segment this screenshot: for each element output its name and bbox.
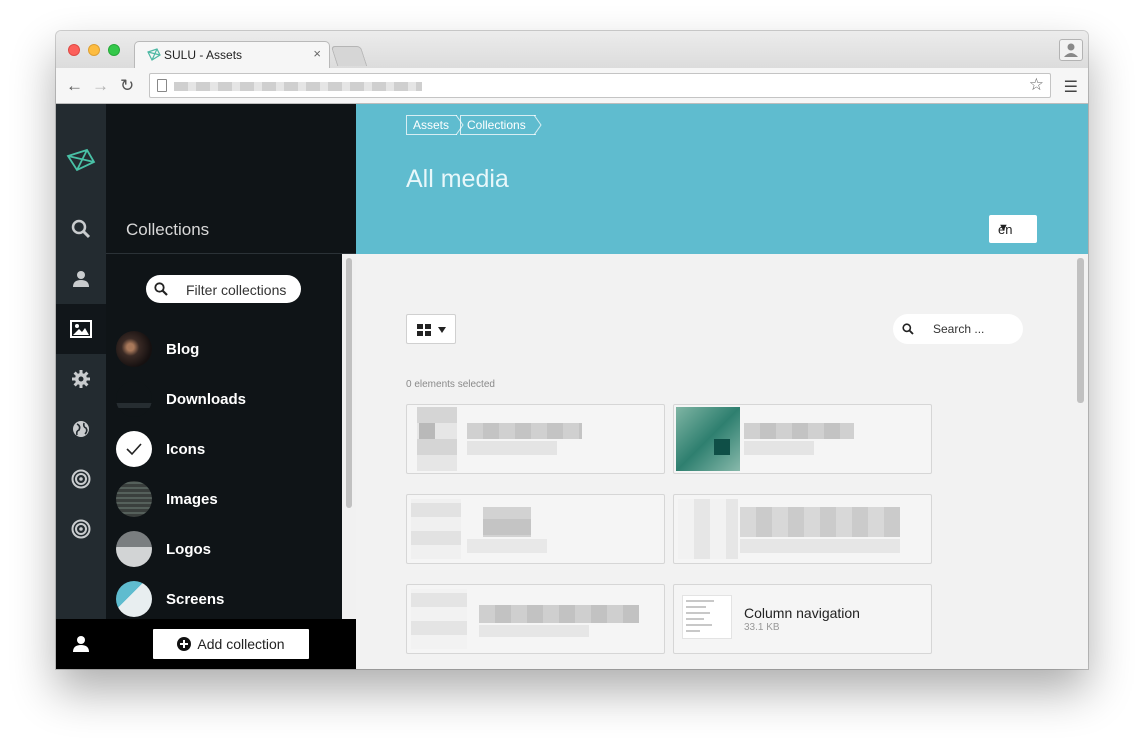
- search-icon: [71, 219, 91, 239]
- collection-selected-check: [116, 431, 152, 467]
- collection-thumbnail: [116, 331, 152, 367]
- nav-search[interactable]: [56, 204, 106, 254]
- media-search[interactable]: Search ...: [893, 314, 1023, 344]
- page-title: All media: [406, 165, 509, 193]
- user-icon: [73, 271, 89, 287]
- new-tab-button[interactable]: [330, 46, 368, 66]
- collection-label: Logos: [166, 541, 211, 558]
- globe-icon: [73, 421, 89, 437]
- main-navigation: [56, 104, 106, 669]
- collection-thumbnail: [116, 481, 152, 517]
- collection-item-icons[interactable]: Icons: [116, 431, 336, 467]
- browser-titlebar: SULU - Assets ×: [56, 31, 1088, 68]
- grid-view-icon: [417, 324, 431, 336]
- breadcrumb-assets[interactable]: Assets: [406, 115, 457, 135]
- collection-item-logos[interactable]: Logos: [116, 531, 336, 567]
- nav-target-2[interactable]: [56, 504, 106, 554]
- browser-toolbar: ← → ↻ ☆ ☰: [56, 68, 1088, 104]
- selection-count: 0 elements selected: [406, 379, 495, 390]
- media-main: Assets Collections All media en ▼ Search…: [356, 104, 1088, 669]
- add-collection-button[interactable]: Add collection: [153, 629, 309, 659]
- search-icon: [902, 323, 914, 335]
- nav-contacts[interactable]: [56, 254, 106, 304]
- breadcrumb-arrow: [534, 115, 542, 135]
- collection-thumbnail: [116, 531, 152, 567]
- close-window-button[interactable]: [68, 44, 80, 56]
- collection-item-blog[interactable]: Blog: [116, 331, 336, 367]
- collection-item-downloads[interactable]: Downloads: [116, 381, 336, 417]
- filter-collections-button[interactable]: Filter collections: [146, 275, 301, 303]
- tab-title: SULU - Assets: [164, 48, 243, 62]
- collection-item-screens[interactable]: Screens: [116, 581, 336, 617]
- sulu-favicon-icon: [147, 48, 161, 61]
- search-input[interactable]: Search ...: [933, 322, 984, 336]
- divider: [106, 253, 356, 254]
- view-toggle-button[interactable]: [406, 314, 456, 344]
- nav-target-1[interactable]: [56, 454, 106, 504]
- minimize-window-button[interactable]: [88, 44, 100, 56]
- media-card-column-navigation[interactable]: Column navigation 33.1 KB: [673, 584, 932, 654]
- media-title: Column navigation: [744, 605, 860, 621]
- nav-settings[interactable]: [56, 354, 106, 404]
- collections-panel: Collections Filter collections Blog Down…: [106, 104, 356, 669]
- reload-icon[interactable]: ↻: [120, 76, 134, 96]
- add-collection-bar: Add collection: [106, 619, 356, 669]
- content-scrollbar[interactable]: [1074, 254, 1088, 669]
- media-card[interactable]: [406, 404, 665, 474]
- sulu-logo-icon[interactable]: [66, 148, 96, 172]
- nav-webspaces[interactable]: [56, 404, 106, 454]
- plus-circle-icon: [177, 637, 192, 651]
- tab-close-icon[interactable]: ×: [313, 46, 321, 61]
- url-redacted: [174, 82, 422, 91]
- media-card[interactable]: [673, 494, 932, 564]
- media-card[interactable]: [406, 584, 665, 654]
- media-card[interactable]: [406, 494, 665, 564]
- collection-label: Icons: [166, 441, 206, 458]
- nav-media[interactable]: [56, 304, 106, 354]
- nav-profile[interactable]: [56, 619, 106, 669]
- image-icon: [70, 320, 92, 338]
- search-icon: [154, 282, 168, 296]
- collections-title: Collections: [126, 220, 210, 239]
- collection-label: Screens: [166, 591, 225, 608]
- browser-window: SULU - Assets × ← → ↻ ☆ ☰ Collections Fi…: [56, 31, 1088, 669]
- back-icon[interactable]: ←: [66, 76, 83, 96]
- user-icon: [73, 636, 89, 652]
- breadcrumb-collections[interactable]: Collections: [460, 115, 536, 135]
- collection-label: Blog: [166, 341, 200, 358]
- forward-icon[interactable]: →: [92, 76, 109, 96]
- zoom-window-button[interactable]: [108, 44, 120, 56]
- media-card[interactable]: [673, 404, 932, 474]
- caret-down-icon: [438, 327, 446, 333]
- sulu-app: Collections Filter collections Blog Down…: [56, 104, 1088, 669]
- language-select[interactable]: en ▼: [989, 215, 1037, 243]
- gear-icon: [72, 370, 90, 388]
- caret-down-icon: ▼: [998, 222, 1009, 234]
- browser-menu-icon[interactable]: ☰: [1064, 77, 1078, 97]
- target-icon: [71, 519, 91, 539]
- media-size: 33.1 KB: [744, 622, 780, 633]
- browser-tab[interactable]: SULU - Assets ×: [134, 41, 330, 68]
- address-bar[interactable]: ☆: [149, 73, 1051, 98]
- filter-collections-label: Filter collections: [186, 282, 287, 298]
- add-collection-label: Add collection: [197, 636, 285, 652]
- bookmark-star-icon[interactable]: ☆: [1029, 75, 1044, 95]
- collections-scrollbar[interactable]: [342, 254, 356, 619]
- collection-label: Images: [166, 491, 218, 508]
- collection-thumbnail: [116, 381, 152, 417]
- page-header: Assets Collections All media en ▼: [356, 104, 1088, 254]
- profile-icon[interactable]: [1059, 39, 1083, 61]
- media-thumbnail: [682, 595, 732, 639]
- target-icon: [71, 469, 91, 489]
- collection-label: Downloads: [166, 391, 247, 408]
- collection-item-images[interactable]: Images: [116, 481, 336, 517]
- collection-thumbnail: [116, 581, 152, 617]
- page-icon: [157, 79, 167, 92]
